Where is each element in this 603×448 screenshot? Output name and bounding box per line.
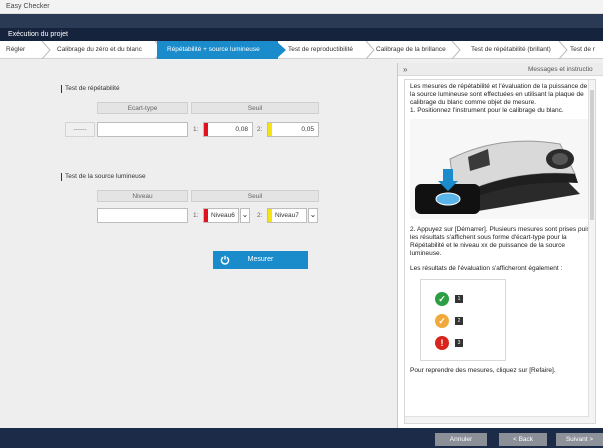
step-1-text: 1. Positionnez l'instrument pour le cali… — [410, 107, 564, 114]
evaluation-legend: ✓ 1 ✓ 2 ! 3 — [420, 279, 506, 361]
red-level-marker — [204, 123, 208, 136]
chevron-right-icon — [276, 41, 286, 59]
evaluation-rank: 2 — [455, 317, 463, 325]
evaluation-rank: 1 — [455, 295, 463, 303]
measure-button[interactable]: Mesurer — [213, 251, 308, 269]
step-repetabilite-source[interactable]: Répétabilité + source lumineuse — [157, 41, 286, 59]
col-header-seuil: Seuil — [191, 190, 319, 202]
yellow-level-marker — [268, 209, 272, 222]
col-header-niveau: Niveau — [97, 190, 188, 202]
threshold-1-value: 0,08 — [235, 126, 248, 133]
col-header-seuil: Seuil — [191, 102, 319, 114]
collapse-icon[interactable]: » — [403, 63, 407, 76]
step-label: Calibrage de la brillance — [376, 46, 446, 53]
messages-header: » Messages et instructio — [398, 63, 603, 76]
step-test-cut[interactable]: Test de r — [570, 41, 603, 59]
evaluation-warning: ✓ 2 — [435, 314, 495, 330]
error-icon: ! — [435, 336, 449, 350]
messages-title: Messages et instructio — [528, 66, 593, 73]
evaluation-error: ! 3 — [435, 336, 495, 352]
level-1-select[interactable]: Niveau6 — [203, 208, 239, 223]
check-icon: ✓ — [435, 292, 449, 306]
instrument-calibration-image — [410, 119, 588, 219]
step-repetabilite-brillant[interactable]: Test de répétabilité (brillant) — [471, 41, 568, 59]
scrollbar-thumb[interactable] — [590, 90, 594, 220]
level-1-value: Niveau6 — [211, 212, 235, 219]
back-button[interactable]: < Back — [499, 433, 547, 446]
threshold-2-label: 2: — [257, 212, 263, 219]
cancel-button[interactable]: Annuler — [435, 433, 487, 446]
measure-placeholder: ------ — [65, 122, 95, 137]
step-label: Test de répétabilité (brillant) — [471, 46, 551, 53]
ecart-type-field — [97, 122, 188, 137]
threshold-1-field[interactable]: 0,08 — [203, 122, 253, 137]
window-title: Easy Checker — [0, 0, 603, 14]
yellow-level-marker — [268, 123, 272, 136]
evaluation-text: Les résultats de l'évaluation s'afficher… — [410, 265, 563, 272]
step-navigation: Régler Calibrage du zéro et du blanc Rép… — [0, 41, 603, 59]
check-icon: ✓ — [435, 314, 449, 328]
chevron-right-icon — [451, 41, 461, 59]
next-button[interactable]: Suivant > — [556, 433, 603, 446]
menu-strip — [0, 14, 603, 28]
power-icon — [220, 255, 230, 265]
horizontal-scrollbar[interactable] — [405, 416, 589, 423]
intro-text: Les mesures de répétabilité et l'évaluat… — [410, 83, 588, 106]
threshold-1-label: 1: — [193, 126, 199, 133]
redo-text: Pour reprendre des mesures, cliquez sur … — [410, 367, 556, 374]
step-regler[interactable]: Régler — [6, 41, 51, 59]
threshold-2-field[interactable]: 0,05 — [267, 122, 319, 137]
level-2-select[interactable]: Niveau7 — [267, 208, 307, 223]
chevron-right-icon — [558, 41, 568, 59]
threshold-2-value: 0,05 — [301, 126, 314, 133]
evaluation-ok: ✓ 1 — [435, 292, 495, 308]
step-reproductibilite[interactable]: Test de reproductibilité — [288, 41, 375, 59]
measure-button-label: Mesurer — [247, 256, 274, 263]
step-calibrage-brillance[interactable]: Calibrage de la brillance — [376, 41, 461, 59]
evaluation-rank: 3 — [455, 339, 463, 347]
step-label: Test de reproductibilité — [288, 46, 354, 53]
step-label: Régler — [6, 46, 26, 53]
app-title: Exécution du projet — [0, 28, 603, 41]
messages-content: Les mesures de répétabilité et l'évaluat… — [404, 79, 596, 424]
step-2-text: 2. Appuyez sur [Démarrer]. Plusieurs mes… — [410, 226, 590, 257]
step-calibrage-zero-blanc[interactable]: Calibrage du zéro et du blanc — [57, 41, 164, 59]
threshold-2-label: 2: — [257, 126, 263, 133]
vertical-scrollbar[interactable] — [588, 80, 595, 423]
repeat-test-title: Test de répétabilité — [61, 85, 120, 93]
step-label: Répétabilité + source lumineuse — [167, 46, 260, 53]
messages-pane: » Messages et instructio Les mesures de … — [397, 63, 603, 428]
step-label: Test de r — [570, 46, 595, 53]
footer-bar: Annuler < Back Suivant > — [0, 428, 603, 448]
chevron-right-icon — [41, 41, 51, 59]
light-test-title: Test de la source lumineuse — [61, 173, 146, 181]
step-label: Calibrage du zéro et du blanc — [57, 46, 142, 53]
niveau-field — [97, 208, 188, 223]
col-header-ecart-type: Ecart-type — [97, 102, 188, 114]
red-level-marker — [204, 209, 208, 222]
level-2-value: Niveau7 — [275, 212, 299, 219]
chevron-right-icon — [365, 41, 375, 59]
chevron-down-icon[interactable]: ⌄ — [308, 208, 318, 223]
test-settings-pane: Test de répétabilité Ecart-type Seuil --… — [0, 60, 408, 428]
threshold-1-label: 1: — [193, 212, 199, 219]
chevron-down-icon[interactable]: ⌄ — [240, 208, 250, 223]
